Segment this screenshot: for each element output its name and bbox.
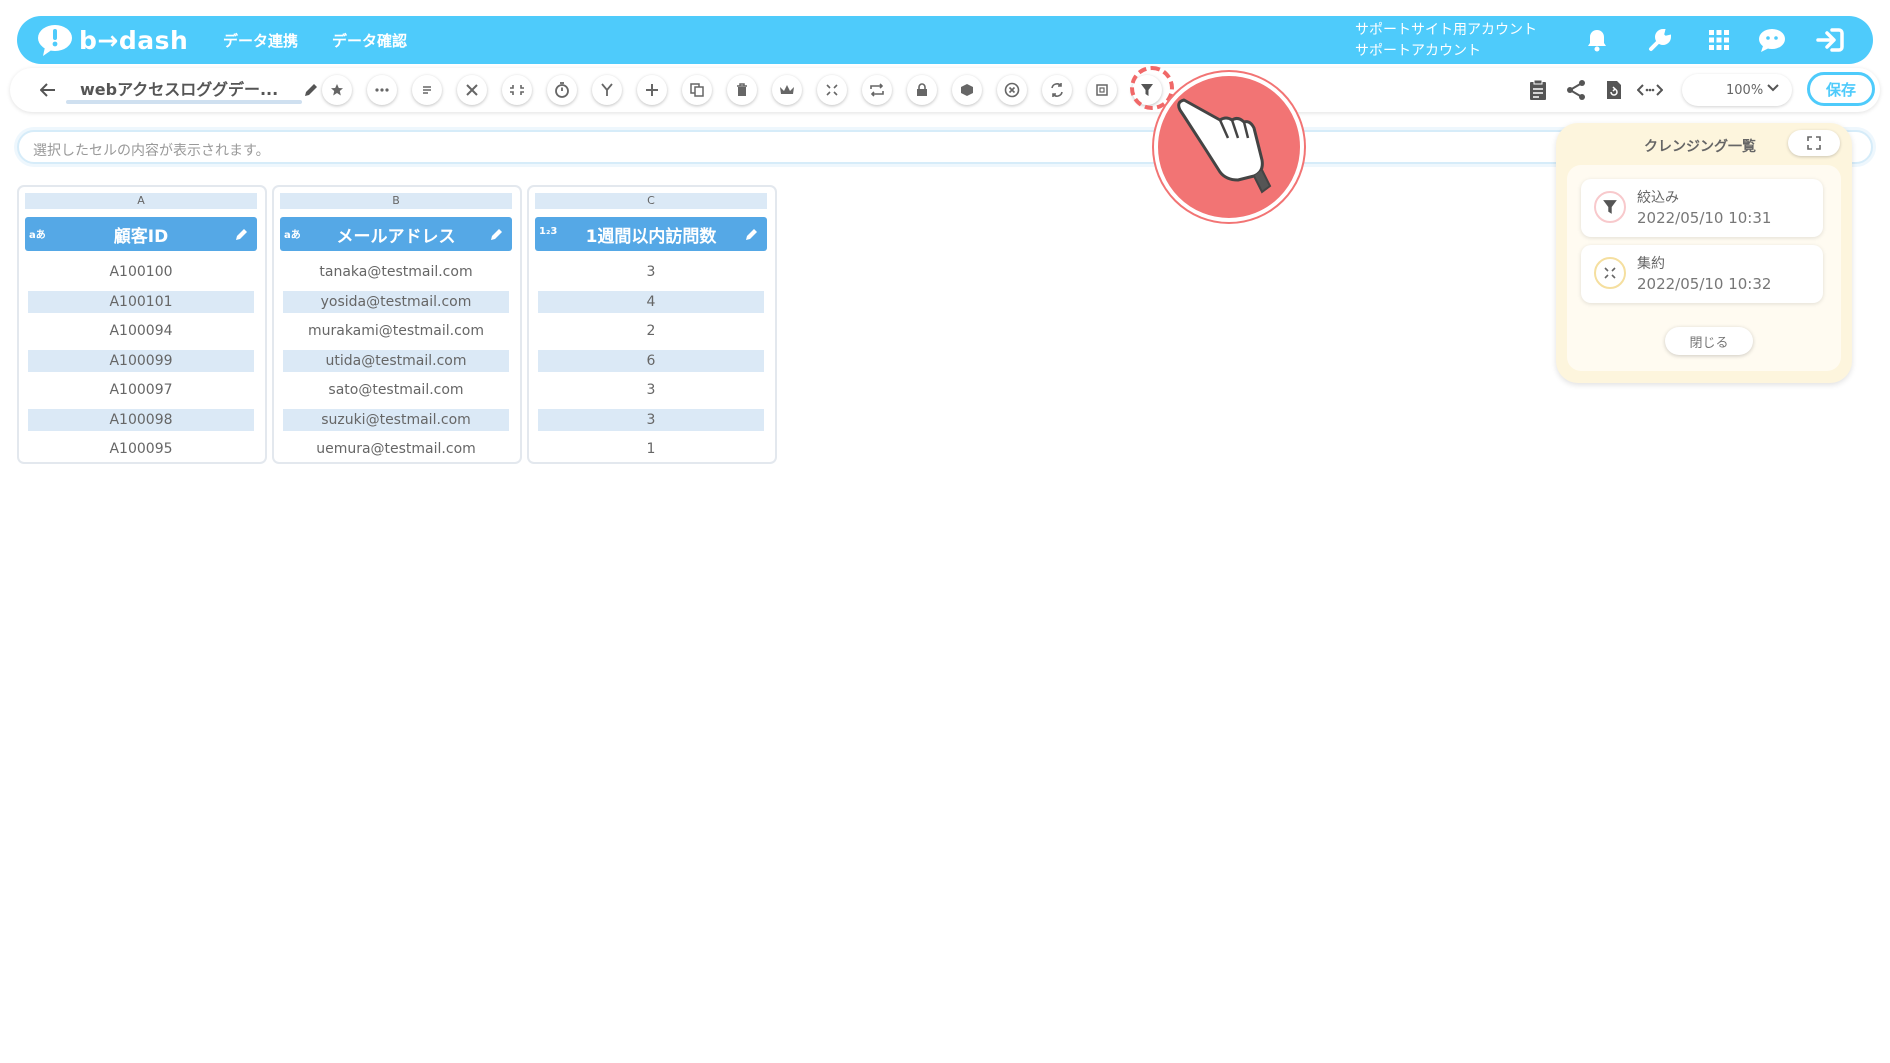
- cleansing-panel: クレンジング一覧 絞込み 2022/05/10 10:31 集約 2022/05…: [1556, 123, 1852, 383]
- table-cell[interactable]: 3: [538, 379, 764, 401]
- table-cell[interactable]: tanaka@testmail.com: [283, 261, 509, 283]
- tool-layer-icon[interactable]: [952, 75, 982, 105]
- tool-star-icon[interactable]: [322, 75, 352, 105]
- grid-menu-icon[interactable]: [1702, 24, 1736, 56]
- history-item-aggregate[interactable]: 集約 2022/05/10 10:32: [1581, 245, 1823, 303]
- tool-merge-icon[interactable]: [592, 75, 622, 105]
- column-header[interactable]: aあ 顧客ID: [25, 217, 257, 251]
- table-cell[interactable]: murakami@testmail.com: [283, 320, 509, 342]
- tool-cancel-icon[interactable]: [997, 75, 1027, 105]
- nav-data-link[interactable]: データ連携: [223, 30, 298, 51]
- column-letter[interactable]: C: [535, 193, 767, 209]
- wrench-icon[interactable]: [1643, 24, 1677, 56]
- logo-bubble-icon: [35, 23, 75, 57]
- table-cell[interactable]: utida@testmail.com: [283, 350, 509, 372]
- table-cell[interactable]: A100100: [28, 261, 254, 283]
- table-cell[interactable]: suzuki@testmail.com: [283, 409, 509, 431]
- table-cell[interactable]: 6: [538, 350, 764, 372]
- filter-icon: [1594, 191, 1626, 223]
- table-cell[interactable]: A100101: [28, 291, 254, 313]
- table-cell[interactable]: uemura@testmail.com: [283, 438, 509, 460]
- share-icon[interactable]: [1562, 76, 1590, 104]
- table-cell[interactable]: A100099: [28, 350, 254, 372]
- pencil-icon[interactable]: [487, 224, 507, 244]
- tool-replace-icon[interactable]: [1042, 75, 1072, 105]
- table-cell[interactable]: sato@testmail.com: [283, 379, 509, 401]
- save-button[interactable]: 保存: [1807, 72, 1875, 106]
- text-type-icon: aあ: [284, 230, 301, 241]
- account-name: サポートサイト用アカウント: [1355, 22, 1537, 38]
- tool-delete-icon[interactable]: [727, 75, 757, 105]
- zoom-select[interactable]: 100%: [1682, 74, 1792, 106]
- bell-icon[interactable]: [1580, 24, 1614, 56]
- chevron-down-icon: [1766, 81, 1780, 99]
- clipboard-icon[interactable]: [1524, 76, 1552, 104]
- tool-add-icon[interactable]: [637, 75, 667, 105]
- table-cell[interactable]: 4: [538, 291, 764, 313]
- column-header[interactable]: 1₂3 1週間以内訪問数: [535, 217, 767, 251]
- tool-lock-icon[interactable]: [907, 75, 937, 105]
- pencil-icon[interactable]: [232, 224, 252, 244]
- top-header: b→dash データ連携 データ確認 サポートサイト用アカウント サポートアカウ…: [17, 16, 1873, 64]
- zoom-value: 100%: [1726, 82, 1764, 98]
- panel-body: 絞込み 2022/05/10 10:31 集約 2022/05/10 10:32…: [1567, 165, 1841, 371]
- column-header[interactable]: aあ メールアドレス: [280, 217, 512, 251]
- tool-timer-icon[interactable]: [547, 75, 577, 105]
- tool-crown-icon[interactable]: [772, 75, 802, 105]
- tool-cut-icon[interactable]: [457, 75, 487, 105]
- column-name: 顧客ID: [113, 226, 169, 247]
- tool-collapse-icon[interactable]: [502, 75, 532, 105]
- pencil-icon[interactable]: [742, 224, 762, 244]
- number-type-icon: 1₂3: [539, 226, 558, 237]
- column-c: C 1₂3 1週間以内訪問数 3 4 2 6 3 3 1: [527, 185, 777, 464]
- tool-copy-icon[interactable]: [682, 75, 712, 105]
- table-cell[interactable]: yosida@testmail.com: [283, 291, 509, 313]
- toolbar: webアクセスロググデー... 100% 保存: [10, 68, 1880, 112]
- column-name: 1週間以内訪問数: [585, 226, 717, 247]
- logo-text: b→dash: [79, 25, 189, 55]
- code-icon[interactable]: [1636, 76, 1664, 104]
- column-name: メールアドレス: [336, 226, 456, 247]
- history-item-filter[interactable]: 絞込み 2022/05/10 10:31: [1581, 179, 1823, 237]
- back-arrow-icon[interactable]: [36, 78, 60, 102]
- table-cell[interactable]: A100098: [28, 409, 254, 431]
- edit-title-pencil-icon[interactable]: [300, 79, 322, 101]
- column-letter[interactable]: B: [280, 193, 512, 209]
- table-cell[interactable]: A100094: [28, 320, 254, 342]
- table-cell[interactable]: 2: [538, 320, 764, 342]
- pointing-hand-icon: [1154, 72, 1304, 222]
- logout-icon[interactable]: [1813, 24, 1847, 56]
- table-cell[interactable]: A100095: [28, 438, 254, 460]
- app-root: { "header": { "logo_text": "b\u2192dash"…: [0, 0, 1890, 1063]
- tool-aggregate-icon[interactable]: [817, 75, 847, 105]
- history-date: 2022/05/10 10:32: [1637, 275, 1772, 293]
- tool-note-icon[interactable]: [412, 75, 442, 105]
- close-button[interactable]: 閉じる: [1665, 327, 1753, 355]
- tool-more-icon[interactable]: [367, 75, 397, 105]
- support-chat-icon[interactable]: [1755, 24, 1789, 56]
- table-cell[interactable]: A100097: [28, 379, 254, 401]
- recipe-title[interactable]: webアクセスロググデー...: [80, 76, 302, 100]
- history-refresh-icon[interactable]: [1600, 76, 1628, 104]
- table-cell[interactable]: 3: [538, 409, 764, 431]
- column-letter[interactable]: A: [25, 193, 257, 209]
- history-name: 絞込み: [1637, 190, 1679, 206]
- account-user: サポートアカウント: [1355, 43, 1481, 59]
- tool-repeat-icon[interactable]: [862, 75, 892, 105]
- text-type-icon: aあ: [29, 230, 46, 241]
- table-cell[interactable]: 1: [538, 438, 764, 460]
- history-date: 2022/05/10 10:31: [1637, 209, 1772, 227]
- nav-data-check[interactable]: データ確認: [332, 30, 407, 51]
- expand-icon[interactable]: [1788, 130, 1840, 156]
- column-b: B aあ メールアドレス tanaka@testmail.com yosida@…: [272, 185, 522, 464]
- history-name: 集約: [1637, 256, 1665, 272]
- account-info[interactable]: サポートサイト用アカウント サポートアカウント: [1355, 20, 1537, 62]
- aggregate-icon: [1594, 257, 1626, 289]
- tool-frame-icon[interactable]: [1087, 75, 1117, 105]
- title-underline: [66, 100, 302, 104]
- table-cell[interactable]: 3: [538, 261, 764, 283]
- column-a: A aあ 顧客ID A100100 A100101 A100094 A10009…: [17, 185, 267, 464]
- logo[interactable]: b→dash: [35, 23, 189, 57]
- panel-title: クレンジング一覧: [1644, 139, 1756, 155]
